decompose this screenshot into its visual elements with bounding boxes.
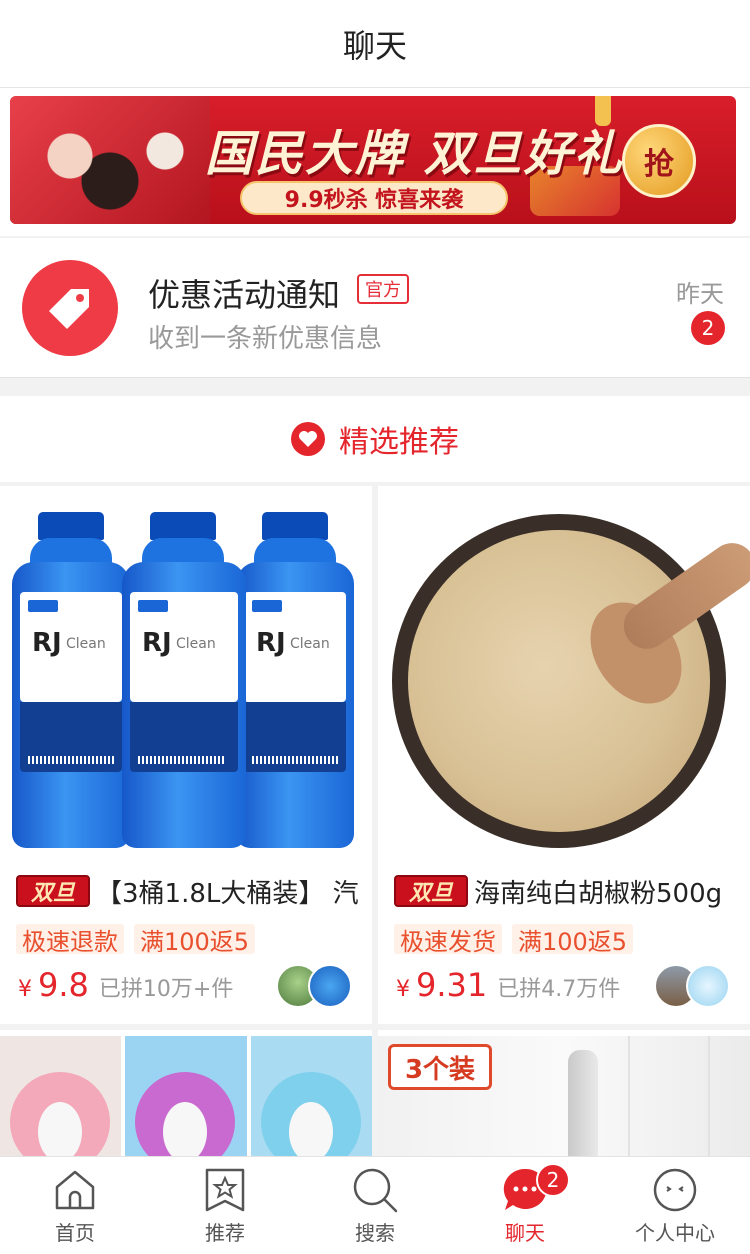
- chat-page: 聊天 国民大牌 双旦好礼 9.9秒杀 惊喜来袭 抢 优惠活动通知 官方 收到一条…: [0, 0, 750, 1254]
- tab-label: 个人中心: [635, 1221, 715, 1245]
- avatar: [686, 964, 730, 1008]
- page-title: 聊天: [342, 26, 407, 65]
- product-tag: 满100返5: [512, 924, 634, 956]
- banner-subtitle: 9.9秒杀 惊喜来袭: [240, 181, 508, 215]
- price-row: ¥ 9.8 已拼10万+件: [18, 966, 233, 1004]
- banner-title: 国民大牌 双旦好礼: [205, 126, 624, 182]
- tab-search[interactable]: 搜索: [300, 1157, 450, 1254]
- product-tag: 极速退款: [16, 924, 124, 956]
- star-bookmark-icon: [200, 1165, 250, 1215]
- tab-chat[interactable]: 聊天 2: [450, 1157, 600, 1254]
- product-card[interactable]: RJ Clean RJ Clean RJ Clean 双旦 【3桶1.8L大桶装】: [0, 486, 372, 1024]
- hook-graphic: [568, 1050, 598, 1160]
- product-title-row: 双旦 海南纯白胡椒粉500g: [394, 871, 740, 911]
- tab-label: 首页: [55, 1221, 95, 1245]
- price-row: ¥ 9.31 已拼4.7万件: [396, 966, 620, 1004]
- sold-count: 已拼10万+件: [98, 977, 234, 1002]
- heart-icon: [291, 422, 325, 456]
- product-card[interactable]: 3个装: [378, 1030, 750, 1160]
- promo-badge: 双旦: [16, 875, 90, 907]
- tab-bar: 首页 推荐 搜索 聊天 2 个人中心: [0, 1156, 750, 1254]
- tab-recommend[interactable]: 推荐: [150, 1157, 300, 1254]
- home-icon: [50, 1165, 100, 1215]
- profile-icon: [650, 1165, 700, 1215]
- grab-label: 抢: [644, 147, 674, 182]
- promo-badge: 双旦: [394, 875, 468, 907]
- chat-timestamp: 昨天: [676, 280, 724, 308]
- product-card[interactable]: [0, 1030, 372, 1160]
- product-image-pepper-powder: [378, 486, 750, 856]
- tab-unread-badge: 2: [536, 1163, 570, 1197]
- product-price: 9.31: [416, 966, 488, 1004]
- avatar: [22, 260, 118, 356]
- tab-home[interactable]: 首页: [0, 1157, 150, 1254]
- product-tags: 极速发货 满100返5: [394, 924, 634, 956]
- currency-symbol: ¥: [18, 977, 32, 1002]
- sold-count: 已拼4.7万件: [497, 977, 621, 1002]
- official-badge: 官方: [357, 274, 409, 304]
- bottle-graphic: RJ Clean: [236, 512, 354, 848]
- currency-symbol: ¥: [396, 977, 410, 1002]
- unread-badge: 2: [691, 311, 725, 345]
- pack-count-label: 3个装: [388, 1044, 492, 1090]
- product-title-row: 双旦 【3桶1.8L大桶装】 汽: [16, 871, 362, 911]
- tab-label: 搜索: [355, 1221, 395, 1245]
- avatar: [308, 964, 352, 1008]
- recommend-section-header: 精选推荐: [0, 396, 750, 482]
- tab-label: 推荐: [205, 1221, 245, 1245]
- banner-gift-illustration: [10, 96, 210, 224]
- product-tags: 极速退款 满100返5: [16, 924, 256, 956]
- buyer-avatars: [654, 964, 730, 1008]
- banner-container: 国民大牌 双旦好礼 9.9秒杀 惊喜来袭 抢: [0, 88, 750, 236]
- seat-cover-graphic: [125, 1036, 247, 1160]
- bottle-graphic: RJ Clean: [12, 512, 130, 848]
- product-tag: 极速发货: [394, 924, 502, 956]
- tab-label: 聊天: [505, 1221, 545, 1245]
- tag-icon: [49, 289, 89, 329]
- product-image-seat-covers: [0, 1036, 372, 1160]
- seat-cover-graphic: [250, 1036, 372, 1160]
- tab-profile[interactable]: 个人中心: [600, 1157, 750, 1254]
- bottle-graphic: RJ Clean: [122, 512, 246, 848]
- section-title: 精选推荐: [339, 425, 459, 460]
- promo-banner[interactable]: 国民大牌 双旦好礼 9.9秒杀 惊喜来袭 抢: [10, 96, 736, 224]
- chat-item-promotion[interactable]: 优惠活动通知 官方 收到一条新优惠信息 昨天: [0, 238, 750, 378]
- product-tag: 满100返5: [134, 924, 256, 956]
- buyer-avatars: [276, 964, 352, 1008]
- banner-grab-button[interactable]: 抢: [622, 124, 696, 198]
- chat-preview: 收到一条新优惠信息: [148, 324, 383, 354]
- product-title: 海南纯白胡椒粉500g: [474, 878, 723, 909]
- seat-cover-graphic: [0, 1036, 122, 1160]
- product-card[interactable]: 双旦 海南纯白胡椒粉500g 极速发货 满100返5 ¥ 9.31 已拼4.7万…: [378, 486, 750, 1024]
- product-price: 9.8: [38, 966, 89, 1004]
- search-icon: [350, 1165, 400, 1215]
- unread-badge-container: 2: [691, 311, 725, 345]
- nav-bar: 聊天: [0, 0, 750, 88]
- tile-line: [628, 1036, 630, 1160]
- product-image-washer-fluid: RJ Clean RJ Clean RJ Clean: [0, 486, 372, 856]
- tile-line: [708, 1036, 710, 1160]
- chat-title: 优惠活动通知: [148, 276, 341, 314]
- product-title: 【3桶1.8L大桶装】 汽: [96, 878, 359, 909]
